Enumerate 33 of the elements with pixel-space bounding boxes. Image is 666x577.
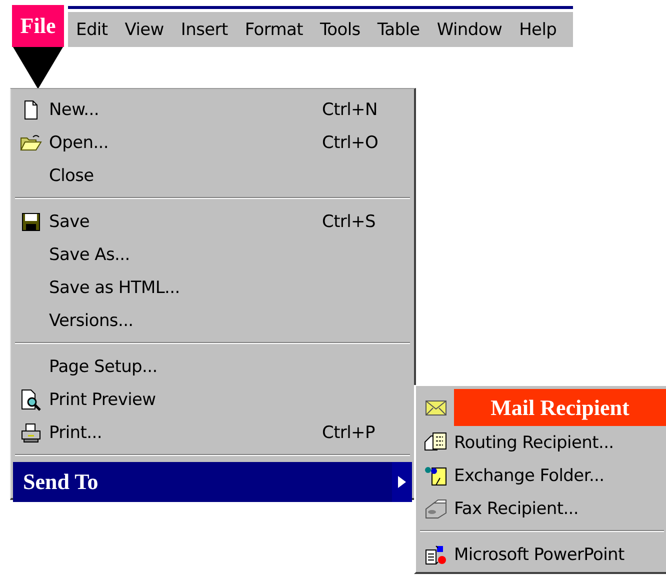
folder-icon [424, 464, 448, 486]
menu-item[interactable]: Close [13, 159, 412, 192]
menu-item[interactable]: Tools [318, 20, 376, 40]
envelope-icon [425, 400, 447, 416]
menu-item[interactable]: Save Ctrl+S [13, 205, 412, 238]
menu-item[interactable]: Send To [13, 462, 412, 502]
menu-item[interactable]: Page Setup... [13, 350, 412, 383]
routing-slip-icon [424, 432, 448, 454]
menu-item[interactable]: New... Ctrl+N [13, 93, 412, 126]
pointer-triangle [13, 47, 63, 89]
presentation-icon [424, 544, 448, 566]
menu-item[interactable]: Format [242, 20, 318, 40]
menu-item[interactable]: Routing Recipient... [418, 426, 666, 459]
menu-item[interactable]: Window [434, 20, 518, 40]
menu-item[interactable]: Table [375, 20, 435, 40]
menu-item[interactable]: Print... Ctrl+P [13, 416, 412, 449]
menu-item[interactable]: Insert [178, 20, 243, 40]
menu-item[interactable]: Help [517, 20, 572, 40]
printer-icon [20, 422, 42, 442]
menu-item[interactable]: View [122, 20, 179, 40]
menu-item[interactable]: Edit [74, 20, 123, 40]
menu-item[interactable]: Print Preview [13, 383, 412, 416]
menu-item[interactable]: Save as HTML... [13, 271, 412, 304]
menu-item[interactable]: Open... Ctrl+O [13, 126, 412, 159]
file-menu-label[interactable]: File [12, 5, 64, 47]
menu-item[interactable]: Save As... [13, 238, 412, 271]
menu-item[interactable]: Microsoft PowerPoint [418, 538, 666, 571]
folder-icon [20, 132, 42, 152]
menu-item[interactable]: Fax Recipient... [418, 492, 666, 525]
fax-machine-icon [424, 498, 448, 518]
menu-item[interactable]: Versions... [13, 304, 412, 337]
menu-item[interactable]: Exchange Folder... [418, 459, 666, 492]
print-preview-icon [20, 388, 42, 410]
